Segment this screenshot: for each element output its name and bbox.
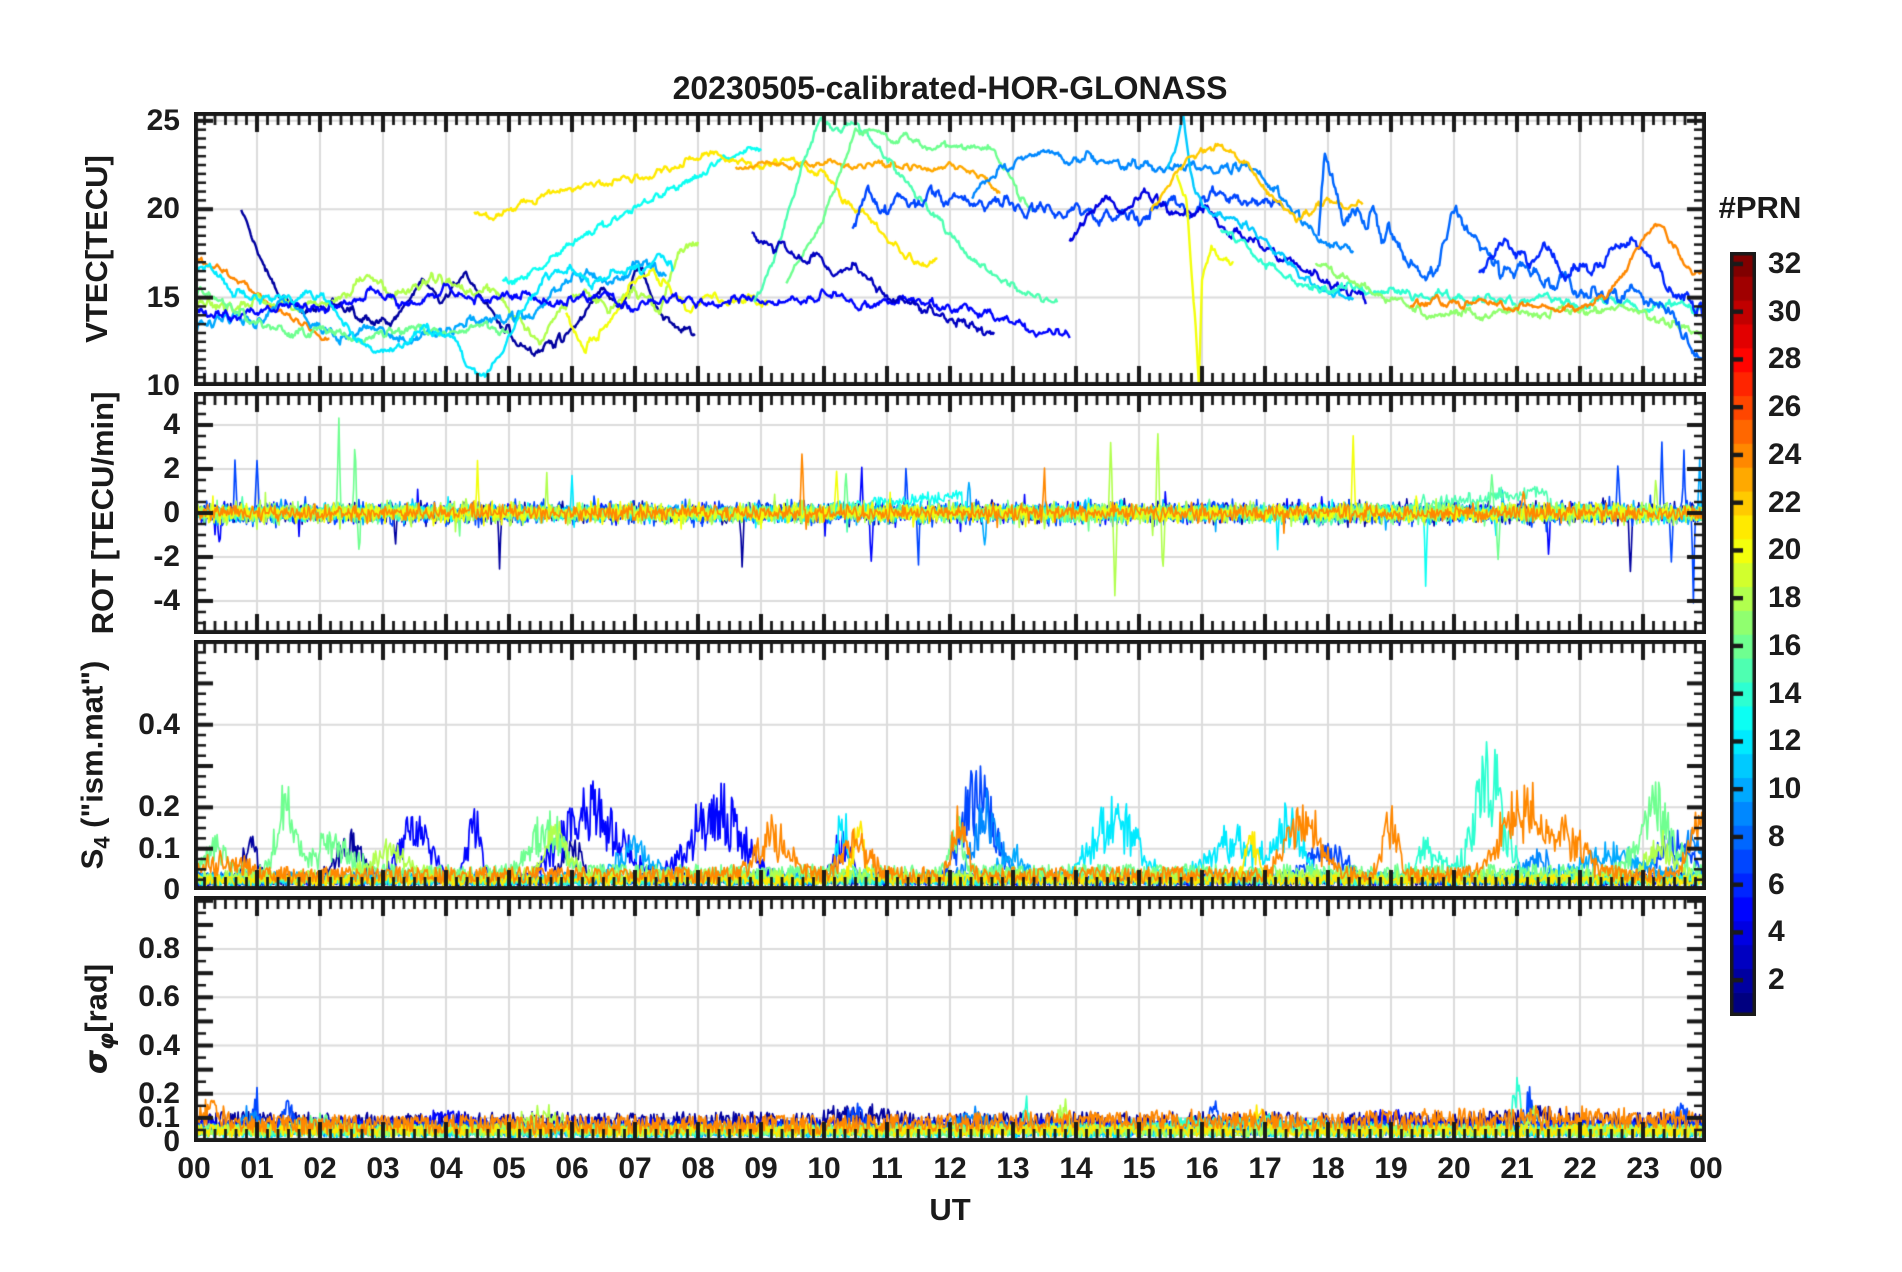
colorbar-tick-label: 32 [1768, 246, 1802, 280]
x-tick-label: 15 [1122, 1152, 1156, 1185]
colorbar-tick-label: 6 [1768, 867, 1785, 901]
colorbar-tick-label: 26 [1768, 390, 1802, 424]
panel-vtec [194, 112, 1706, 386]
y-tick-label: 4 [163, 408, 180, 441]
x-tick-label: 12 [933, 1152, 967, 1185]
x-tick-label: 17 [1248, 1152, 1282, 1185]
rot-y-axis-label: ROT [TECU/min] [85, 391, 120, 635]
vtec-plot-canvas [194, 112, 1706, 386]
colorbar-tick-label: 24 [1768, 437, 1802, 471]
s4-label-main: S [74, 848, 110, 870]
x-tick-label: 04 [429, 1152, 463, 1185]
colorbar-tick-label: 16 [1768, 628, 1802, 662]
colorbar-tick-label: 4 [1768, 915, 1785, 949]
x-tick-label: 00 [177, 1152, 211, 1185]
sigma-phi-y-axis-label: σφ[rad] [78, 964, 119, 1074]
x-tick-label: 20 [1437, 1152, 1471, 1185]
y-tick-label: 0.4 [138, 707, 180, 741]
colorbar-tick-label: 28 [1768, 342, 1802, 376]
x-tick-label: 21 [1500, 1152, 1534, 1185]
panel-sigma-phi [194, 896, 1706, 1142]
x-tick-label: 03 [366, 1152, 400, 1185]
x-tick-label: 16 [1185, 1152, 1219, 1185]
x-tick-label: 09 [744, 1152, 778, 1185]
figure: 20230505-calibrated-HOR-GLONASS VTEC[TEC… [0, 0, 1902, 1272]
y-tick-label: 0 [163, 496, 180, 529]
rot-plot-canvas [194, 392, 1706, 634]
x-tick-label: 18 [1311, 1152, 1345, 1185]
x-tick-label: 02 [303, 1152, 337, 1185]
colorbar-tick-label: 18 [1768, 581, 1802, 615]
x-tick-label: 06 [555, 1152, 589, 1185]
s4-label-sub: 4 [89, 836, 115, 849]
x-tick-label: 22 [1563, 1152, 1597, 1185]
y-tick-label: 25 [146, 103, 180, 137]
colorbar-tick-label: 2 [1768, 963, 1785, 997]
x-tick-label: 23 [1626, 1152, 1660, 1185]
colorbar [1730, 252, 1756, 1016]
colorbar-tick-label: 8 [1768, 819, 1785, 853]
chart-title: 20230505-calibrated-HOR-GLONASS [672, 70, 1228, 106]
y-tick-label: 20 [146, 192, 180, 226]
sigma-label-sub: φ [94, 1032, 120, 1050]
sigma-phi-plot-canvas [194, 896, 1706, 1142]
s4-plot-canvas [194, 640, 1706, 890]
colorbar-tick-label: 10 [1768, 772, 1802, 806]
colorbar-tick-label: 20 [1768, 533, 1802, 567]
s4-label-rest: ("ism.mat") [74, 660, 110, 837]
vtec-y-axis-label: VTEC[TECU] [79, 155, 114, 343]
x-tick-label: 08 [681, 1152, 715, 1185]
y-tick-label: 0 [163, 873, 180, 906]
x-tick-label: 11 [871, 1152, 903, 1185]
y-tick-label: 10 [146, 369, 180, 402]
colorbar-title: #PRN [1718, 190, 1802, 225]
x-tick-label: 05 [492, 1152, 526, 1185]
y-tick-label: -4 [153, 584, 180, 617]
x-tick-label: 01 [240, 1152, 274, 1185]
y-tick-label: 0.6 [138, 980, 180, 1014]
sigma-label-rest: [rad] [78, 963, 114, 1033]
y-tick-label: 2 [163, 452, 180, 485]
colorbar-tick-label: 14 [1768, 676, 1802, 710]
y-tick-label: 0.4 [138, 1028, 180, 1062]
x-tick-label: 19 [1374, 1152, 1408, 1185]
sigma-label-main: σ [78, 1049, 115, 1075]
x-axis-label: UT [929, 1192, 971, 1227]
colorbar-tick-label: 22 [1768, 485, 1802, 519]
panel-rot [194, 392, 1706, 634]
x-tick-label: 07 [618, 1152, 652, 1185]
y-tick-label: -2 [153, 540, 180, 573]
y-tick-label: 0.2 [138, 1076, 180, 1110]
x-tick-label: 00 [1689, 1152, 1723, 1185]
x-tick-label: 13 [996, 1152, 1030, 1185]
panel-s4 [194, 640, 1706, 890]
colorbar-tick-label: 12 [1768, 724, 1802, 758]
y-tick-label: 0.8 [138, 932, 180, 966]
x-tick-label: 10 [807, 1152, 841, 1185]
s4-y-axis-label: S4 ("ism.mat") [74, 661, 115, 870]
y-tick-label: 0.1 [138, 831, 180, 865]
colorbar-tick-label: 30 [1768, 294, 1802, 328]
x-tick-label: 14 [1059, 1152, 1093, 1185]
y-tick-label: 0.2 [138, 790, 180, 824]
y-tick-label: 15 [146, 280, 180, 314]
